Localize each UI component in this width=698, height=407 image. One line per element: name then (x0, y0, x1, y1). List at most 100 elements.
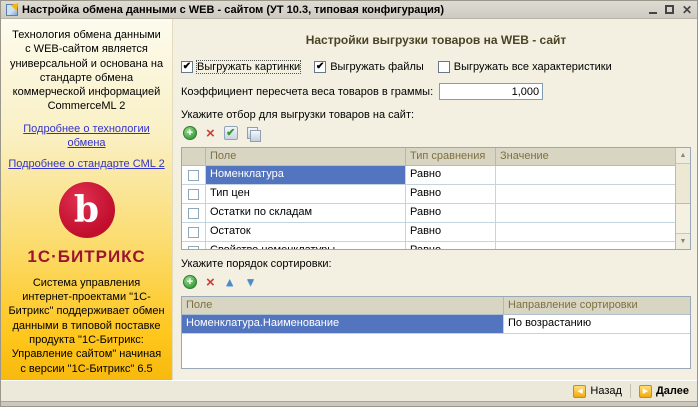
sort-table: Поле Направление сортировки Номенклатура… (181, 296, 691, 369)
link-cml-standard[interactable]: Подробнее о стандарте CML 2 (8, 157, 165, 171)
cell-value[interactable] (496, 223, 675, 242)
footer-bar: ◀ Назад ▶ Далее (1, 380, 697, 401)
bitrix-logo-title: 1С·БИТРИКС (8, 246, 165, 268)
maximize-icon[interactable] (665, 5, 674, 14)
next-button-label: Далее (656, 385, 689, 397)
button-separator (630, 384, 631, 398)
cell-field[interactable]: Остаток (206, 223, 406, 242)
minimize-icon[interactable] (649, 6, 657, 14)
checkbox-unchecked-icon[interactable] (188, 208, 199, 219)
checkbox-unchecked-icon[interactable] (188, 227, 199, 238)
row-checkbox[interactable] (182, 204, 206, 223)
cell-field[interactable]: Свойство номенклатуры (206, 242, 406, 250)
close-icon[interactable]: ✕ (682, 5, 692, 15)
sort-row-nomenclature-name[interactable]: Номенклатура.Наименование По возрастанию (182, 315, 690, 334)
checkbox-export-files[interactable]: ✔ Выгружать файлы (314, 61, 424, 73)
dialog-body: Технология обмена данными с WEB-сайтом я… (1, 19, 697, 380)
sort-table-header: Поле Направление сортировки (182, 297, 690, 315)
cell-comparison[interactable]: Равно (406, 223, 496, 242)
export-options-row: ✔ Выгружать картинки ✔ Выгружать файлы В… (181, 61, 691, 73)
copy-icon[interactable] (247, 127, 260, 140)
cell-field[interactable]: Остатки по складам (206, 204, 406, 223)
weight-coefficient-row: Коэффициент пересчета веса товаров в гра… (181, 83, 691, 100)
header-comparison[interactable]: Тип сравнения (406, 148, 496, 166)
back-button[interactable]: ◀ Назад (573, 385, 622, 398)
checkbox-unchecked-icon[interactable] (438, 61, 450, 73)
cell-comparison[interactable]: Равно (406, 166, 496, 185)
header-checkbox-column (182, 148, 206, 166)
add-icon[interactable]: + (183, 275, 197, 289)
cell-value[interactable] (496, 204, 675, 223)
header-field[interactable]: Поле (182, 297, 504, 315)
checkbox-unchecked-icon[interactable] (188, 189, 199, 200)
scrollbar[interactable]: ▲ ▼ (675, 148, 690, 249)
cell-value[interactable] (496, 166, 675, 185)
checkbox-label[interactable]: Выгружать картинки (197, 61, 300, 73)
cell-value[interactable] (496, 185, 675, 204)
cell-field[interactable]: Номенклатура.Наименование (182, 315, 504, 334)
row-checkbox[interactable] (182, 166, 206, 185)
bitrix-logo-icon: b (59, 182, 115, 238)
filter-table-header: Поле Тип сравнения Значение (182, 148, 675, 166)
filter-row-price-type[interactable]: Тип цен Равно (182, 185, 675, 204)
header-sort-direction[interactable]: Направление сортировки (504, 297, 690, 315)
checkbox-export-all-characteristics[interactable]: Выгружать все характеристики (438, 61, 612, 73)
cell-comparison[interactable]: Равно (406, 242, 496, 250)
row-checkbox[interactable] (182, 185, 206, 204)
filter-row-stock[interactable]: Остаток Равно (182, 223, 675, 242)
delete-icon[interactable]: × (206, 275, 215, 290)
title-bar[interactable]: Настройка обмена данными с WEB - сайтом … (1, 1, 697, 19)
checkbox-export-pictures[interactable]: ✔ Выгружать картинки (181, 61, 300, 73)
row-checkbox[interactable] (182, 223, 206, 242)
checkbox-checked-icon[interactable]: ✔ (314, 61, 326, 73)
filter-row-nomenclature[interactable]: Номенклатура Равно (182, 166, 675, 185)
add-icon[interactable]: + (183, 126, 197, 140)
checkbox-label[interactable]: Выгружать файлы (330, 61, 424, 73)
sort-toolbar: + × ▲ ▼ (183, 274, 691, 290)
weight-coefficient-input[interactable] (439, 83, 543, 100)
next-button[interactable]: ▶ Далее (639, 385, 689, 398)
move-up-icon[interactable]: ▲ (224, 276, 236, 288)
back-arrow-icon: ◀ (573, 385, 586, 398)
next-arrow-icon: ▶ (639, 385, 652, 398)
cell-field[interactable]: Номенклатура (206, 166, 406, 185)
sidebar: Технология обмена данными с WEB-сайтом я… (1, 19, 173, 380)
checkbox-unchecked-icon[interactable] (188, 246, 199, 251)
filter-row-nomenclature-property[interactable]: Свойство номенклатуры Равно (182, 242, 675, 250)
delete-icon[interactable]: × (206, 126, 215, 141)
check-all-icon[interactable]: ✔ (224, 126, 238, 140)
cell-value[interactable] (496, 242, 675, 250)
checkbox-label[interactable]: Выгружать все характеристики (454, 61, 612, 73)
window-bottom-edge (1, 401, 697, 406)
scroll-down-icon[interactable]: ▼ (676, 233, 690, 249)
window-title: Настройка обмена данными с WEB - сайтом … (22, 4, 444, 16)
link-technology[interactable]: Подробнее о технологии обмена (8, 122, 165, 151)
checkbox-unchecked-icon[interactable] (188, 170, 199, 181)
bitrix-logo: b 1С·БИТРИКС (8, 182, 165, 268)
move-down-icon[interactable]: ▼ (245, 276, 257, 288)
header-field[interactable]: Поле (206, 148, 406, 166)
header-value[interactable]: Значение (496, 148, 675, 166)
page-title: Настройки выгрузки товаров на WEB - сайт (181, 33, 691, 47)
sidebar-intro-text: Технология обмена данными с WEB-сайтом я… (8, 28, 165, 114)
back-button-label: Назад (590, 385, 622, 397)
filter-row-warehouse-stock[interactable]: Остатки по складам Равно (182, 204, 675, 223)
sort-section-label: Укажите порядок сортировки: (181, 258, 691, 270)
app-icon (6, 4, 18, 16)
window-controls: ✕ (649, 5, 692, 15)
cell-sort-direction[interactable]: По возрастанию (504, 315, 690, 334)
filter-toolbar: + × ✔ (183, 125, 691, 141)
dialog-window: Настройка обмена данными с WEB - сайтом … (0, 0, 698, 407)
weight-coefficient-label: Коэффициент пересчета веса товаров в гра… (181, 86, 433, 98)
filter-section-label: Укажите отбор для выгрузки товаров на са… (181, 109, 691, 121)
cell-comparison[interactable]: Равно (406, 185, 496, 204)
sidebar-description-text: Система управления интернет-проектами "1… (8, 276, 165, 376)
scrollbar-thumb[interactable] (676, 164, 690, 204)
scroll-up-icon[interactable]: ▲ (676, 148, 690, 164)
main-panel: Настройки выгрузки товаров на WEB - сайт… (173, 19, 697, 380)
filter-table: Поле Тип сравнения Значение Номенклатура… (181, 147, 691, 250)
cell-field[interactable]: Тип цен (206, 185, 406, 204)
cell-comparison[interactable]: Равно (406, 204, 496, 223)
checkbox-checked-icon[interactable]: ✔ (181, 61, 193, 73)
row-checkbox[interactable] (182, 242, 206, 250)
